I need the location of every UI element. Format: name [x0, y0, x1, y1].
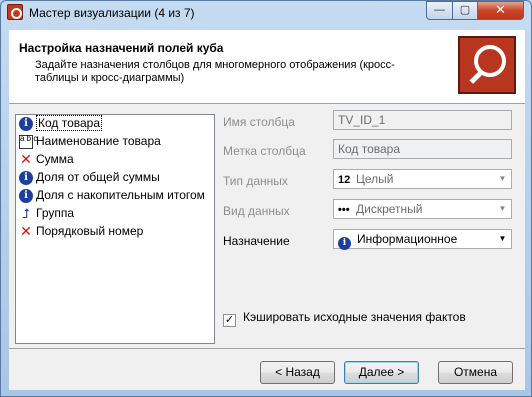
list-item[interactable]: a b c Наименование товара: [16, 133, 214, 151]
list-item-label: Порядковый номер: [36, 224, 144, 238]
list-item-label: Наименование товара: [36, 134, 161, 148]
column-name-label: Имя столбца: [223, 115, 295, 129]
cancel-button[interactable]: Отмена: [438, 361, 513, 384]
window-title: Мастер визуализации (4 из 7): [29, 6, 195, 20]
wizard-window: Мастер визуализации (4 из 7) — ▢ ✕ Настр…: [0, 0, 532, 397]
list-item-label: Доля с накопительным итогом: [36, 188, 205, 202]
info-icon: i: [19, 189, 33, 203]
dialog-client-area: Настройка назначений полей куба Задайте …: [9, 30, 525, 390]
data-kind-select: ••• Дискретный ▼: [333, 199, 512, 219]
close-button[interactable]: ✕: [477, 1, 524, 20]
fields-list[interactable]: i Код товара a b c Наименование товара ✕…: [15, 114, 215, 344]
title-bar: Мастер визуализации (4 из 7) — ▢ ✕: [1, 1, 531, 25]
integer-type-icon: 12: [338, 174, 351, 186]
data-type-label: Тип данных: [223, 174, 288, 188]
page-title: Настройка назначений полей куба: [19, 41, 224, 55]
cache-facts-option[interactable]: ✓ Кэшировать исходные значения фактов: [223, 310, 466, 327]
column-caption-value: Код товара: [338, 142, 401, 156]
info-icon: i: [19, 171, 33, 185]
chevron-down-icon[interactable]: ▼: [494, 230, 511, 248]
column-name-value: TV_ID_1: [338, 113, 386, 127]
list-item[interactable]: ✕ Порядковый номер: [16, 223, 214, 241]
wizard-footer: < Назад Далее > Отмена: [9, 348, 525, 390]
group-icon: ⮥: [22, 206, 30, 221]
purpose-label: Назначение: [223, 234, 290, 248]
chevron-down-icon: ▼: [498, 174, 507, 183]
wizard-header: Настройка назначений полей куба Задайте …: [9, 30, 525, 104]
purpose-value: Информационное: [357, 232, 458, 246]
data-type-value: Целый: [356, 172, 394, 186]
list-item-label: Код товара: [36, 115, 103, 131]
chevron-down-icon: ▼: [498, 204, 507, 213]
list-item[interactable]: ✕ Сумма: [16, 151, 214, 169]
discrete-icon: •••: [338, 204, 350, 216]
list-item[interactable]: i Код товара: [16, 115, 214, 133]
data-kind-label: Вид данных: [223, 204, 290, 218]
list-item[interactable]: i Доля от общей суммы: [16, 169, 214, 187]
list-item-label: Группа: [36, 206, 75, 220]
info-icon: i: [19, 117, 33, 131]
magnifier-icon: [458, 36, 516, 94]
cache-facts-checkbox[interactable]: ✓: [223, 314, 236, 327]
next-button[interactable]: Далее >: [344, 361, 419, 384]
cross-icon: ✕: [20, 151, 32, 167]
back-button[interactable]: < Назад: [260, 361, 335, 384]
list-item-label: Доля от общей суммы: [36, 170, 160, 184]
purpose-select[interactable]: i Информационное ▼: [333, 229, 512, 250]
list-item-label: Сумма: [36, 152, 74, 166]
minimize-button[interactable]: —: [426, 1, 453, 20]
info-icon: i: [338, 237, 351, 250]
data-kind-value: Дискретный: [356, 202, 423, 216]
list-item[interactable]: ⮥ Группа: [16, 205, 214, 223]
list-item[interactable]: i Доля с накопительным итогом: [16, 187, 214, 205]
cache-facts-label: Кэшировать исходные значения фактов: [243, 310, 466, 324]
maximize-button[interactable]: ▢: [452, 1, 478, 20]
data-type-select: 12 Целый ▼: [333, 169, 512, 189]
column-caption-label: Метка столбца: [223, 144, 306, 158]
page-subtitle: Задайте назначения столбцов для многомер…: [35, 59, 395, 84]
column-name-field: TV_ID_1: [333, 110, 512, 130]
column-caption-field: Код товара: [333, 139, 512, 159]
abc-icon: a b c: [19, 135, 37, 149]
cross-icon: ✕: [20, 223, 32, 239]
app-icon: [7, 4, 23, 20]
